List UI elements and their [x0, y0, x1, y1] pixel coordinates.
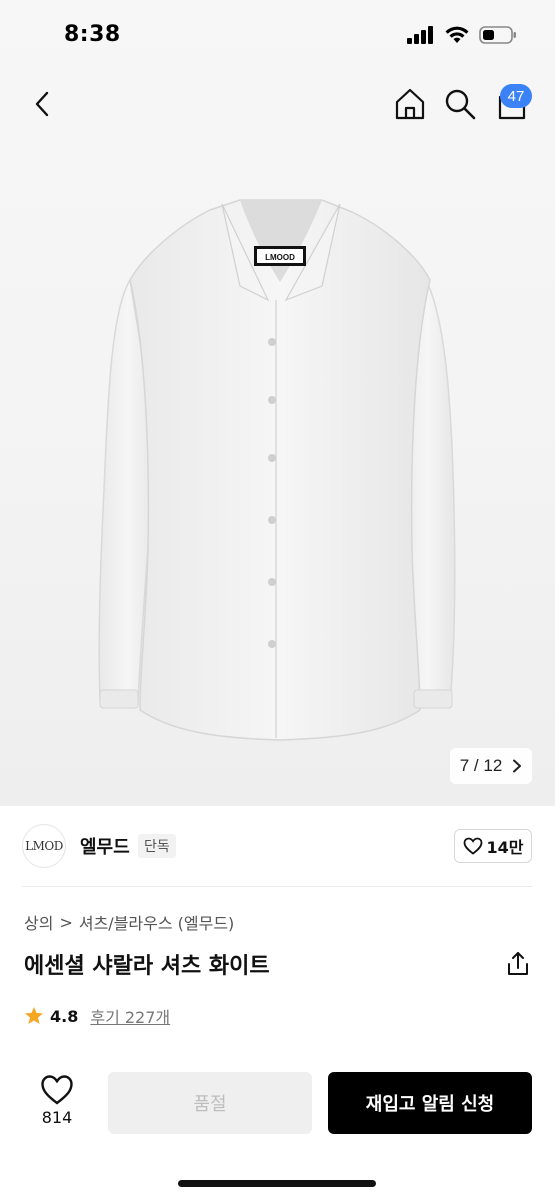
search-button[interactable] [442, 86, 478, 122]
product-image[interactable]: LMOOD [90, 190, 470, 770]
search-icon [445, 89, 476, 120]
status-time: 8:38 [64, 22, 121, 47]
share-icon [508, 952, 528, 975]
image-counter-separator: / [473, 756, 479, 775]
product-brand-label: LMOOD [265, 253, 295, 262]
breadcrumb: 상의 > 셔츠/블라우스 (엘무드) [24, 910, 234, 934]
wifi-icon [445, 26, 469, 43]
image-counter-total: 12 [483, 756, 503, 775]
chevron-right-icon [513, 759, 522, 773]
back-button[interactable] [24, 86, 60, 122]
brand-like-count: 14만 [486, 838, 524, 857]
breadcrumb-level1[interactable]: 상의 [24, 910, 53, 934]
share-button[interactable] [504, 950, 532, 978]
rating-row: 4.8 후기 227개 [24, 1004, 170, 1028]
restock-alert-button[interactable]: 재입고 알림 신청 [328, 1072, 532, 1134]
image-counter[interactable]: 7 / 12 [450, 748, 532, 784]
home-indicator [178, 1180, 376, 1187]
breadcrumb-separator: > [59, 912, 73, 932]
brand-like-button[interactable]: 14만 [454, 829, 532, 863]
cart-count-badge: 47 [500, 84, 532, 108]
wishlist-count: 814 [41, 1108, 73, 1127]
heart-icon [41, 1075, 73, 1105]
signal-icon [407, 26, 433, 44]
wishlist-button[interactable] [40, 1074, 74, 1106]
battery-icon [479, 26, 516, 44]
breadcrumb-level2[interactable]: 셔츠/블라우스 (엘무드) [79, 910, 234, 934]
rating-value: 4.8 [50, 1006, 79, 1026]
brand-name[interactable]: 엘무드 [80, 833, 130, 859]
back-icon [35, 91, 49, 117]
home-button[interactable] [392, 86, 428, 122]
image-counter-current: 7 [459, 756, 470, 775]
review-link[interactable]: 후기 227개 [90, 1004, 170, 1028]
star-icon [25, 1007, 43, 1024]
sold-out-button[interactable]: 품절 [108, 1072, 312, 1134]
exclusive-badge: 단독 [138, 834, 176, 858]
home-icon [395, 88, 425, 120]
divider [22, 886, 532, 887]
product-title: 에센셜 샤랄라 셔츠 화이트 [24, 954, 270, 979]
product-hero[interactable]: 8:38 LMOOD 47 7 / 12 [0, 0, 555, 806]
heart-icon [463, 837, 482, 855]
status-icons [407, 26, 517, 44]
brand-logo[interactable]: LMOD [22, 824, 66, 868]
image-counter-text: 7 / 12 [460, 756, 503, 776]
